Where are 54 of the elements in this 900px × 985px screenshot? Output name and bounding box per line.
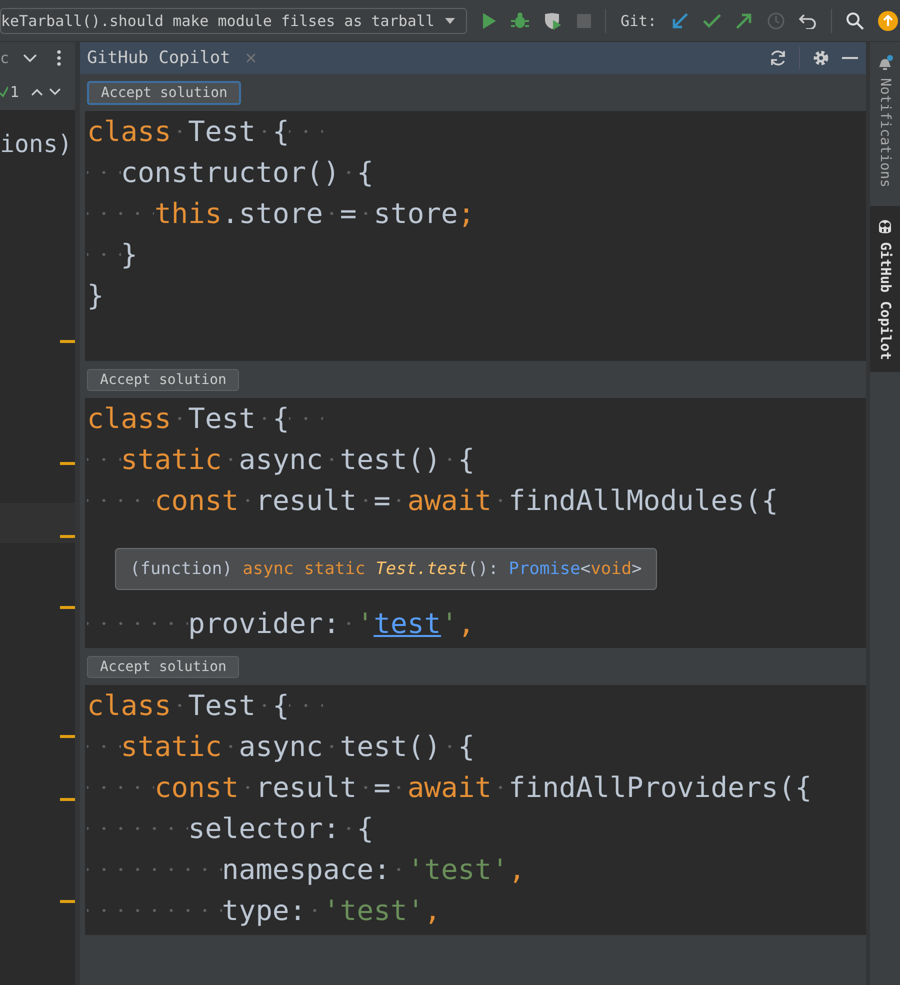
checkmark-icon[interactable] — [702, 12, 721, 28]
code-line: class Test { — [85, 111, 866, 152]
change-marker — [60, 535, 75, 538]
code-line: provider: 'test', — [85, 603, 866, 644]
change-marker — [60, 798, 75, 801]
panel-title: c — [0, 49, 10, 67]
code-line: static async test() { — [85, 726, 866, 767]
shield-run-icon[interactable] — [543, 12, 564, 30]
accept-solution-button[interactable]: Accept solution — [87, 656, 240, 678]
code-line: type: 'test', — [85, 890, 866, 931]
accept-solution-button[interactable]: Accept solution — [87, 368, 240, 390]
change-marker — [60, 735, 75, 738]
tooltip: (function) async static Test.test(): Promise<void> — [115, 548, 657, 590]
tool-window-title[interactable]: GitHub Copilot — [87, 48, 230, 68]
code-line: } — [85, 234, 866, 275]
code-line: } — [86, 278, 105, 314]
code-line: selector: { — [85, 808, 866, 849]
code-line: class Test { — [85, 398, 866, 439]
code-fragment: ions) — [0, 130, 74, 158]
settings-icon[interactable] — [812, 49, 830, 67]
change-marker — [60, 462, 75, 465]
update-icon[interactable] — [878, 10, 898, 30]
code-line: const result = await findAllProviders({ — [85, 767, 866, 808]
code-line: const result = await findAllModules({ — [85, 480, 866, 521]
refresh-icon[interactable] — [769, 49, 787, 67]
arrow-down-left-icon[interactable] — [670, 12, 689, 30]
run-configuration-dropdown[interactable]: keTarball().should make module filses as tarball — [0, 8, 468, 34]
side-tab[interactable]: GitHub Copilot — [870, 206, 900, 372]
change-marker — [60, 900, 75, 903]
side-tab[interactable]: Notifications — [870, 42, 900, 200]
check-icon — [0, 86, 8, 98]
change-marker — [60, 340, 75, 343]
caret-icon — [444, 16, 456, 24]
code-line: static async test() { — [85, 439, 866, 480]
arrow-up-right-icon[interactable] — [734, 12, 753, 30]
search-icon[interactable] — [846, 12, 864, 30]
problem-count: 1 — [10, 83, 20, 101]
chevron-up-icon[interactable] — [31, 88, 44, 96]
change-marker — [60, 606, 75, 609]
code-line: constructor() { — [85, 152, 866, 193]
more-icon[interactable] — [57, 50, 62, 66]
chevron-down-icon[interactable] — [23, 53, 38, 63]
code-line: namespace: 'test', — [85, 849, 866, 890]
bug-icon[interactable] — [511, 12, 530, 30]
copilot-icon — [876, 218, 894, 236]
accept-solution-button[interactable]: Accept solution — [87, 80, 242, 104]
undo-icon[interactable] — [798, 12, 817, 28]
minimize-icon[interactable] — [842, 56, 858, 60]
code-line: class Test { — [85, 685, 866, 726]
run-icon[interactable] — [481, 12, 498, 30]
bell-icon — [876, 54, 894, 72]
chevron-down-icon[interactable] — [49, 88, 62, 96]
code-line: this.store = store; — [85, 193, 866, 234]
git-label: Git: — [620, 12, 657, 30]
